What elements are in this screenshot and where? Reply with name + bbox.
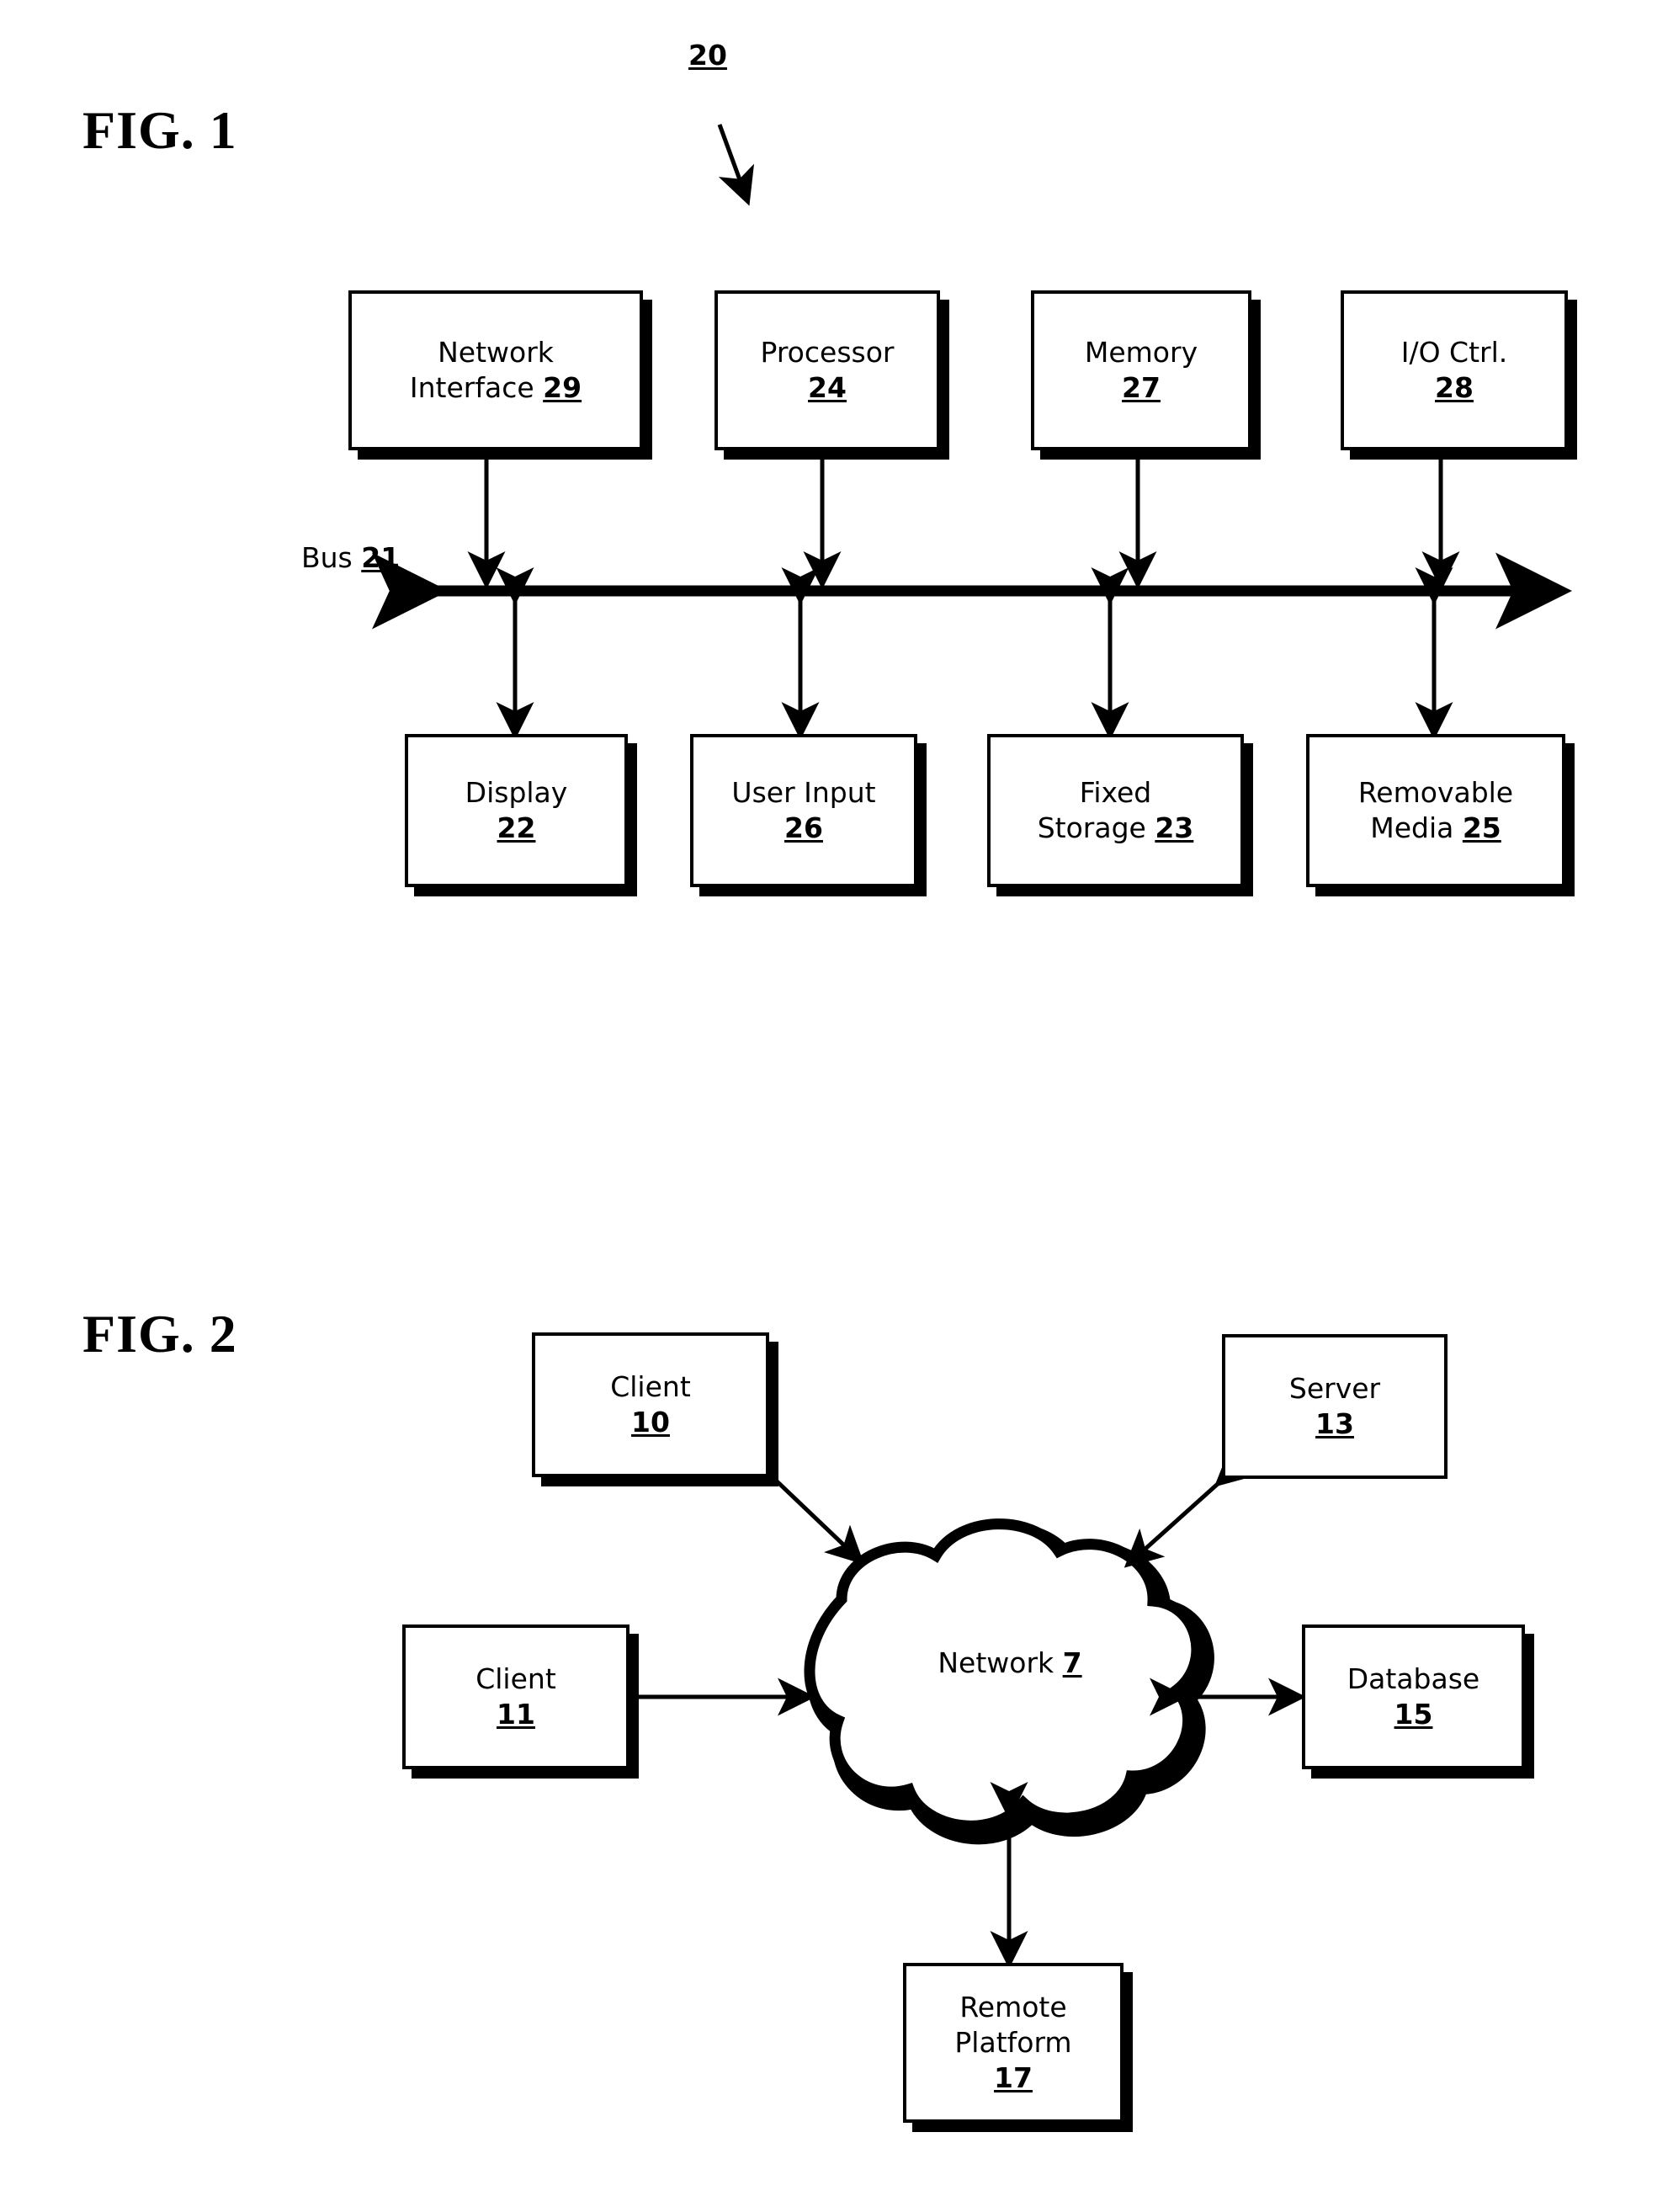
node-server-13-ref: 13 <box>1315 1407 1354 1440</box>
node-network-interface-label: Network <box>438 335 554 369</box>
node-fixed-storage-label2: Storage 23 <box>1037 811 1194 844</box>
node-client-11-label: Client <box>475 1662 556 1695</box>
node-remote-platform-17[interactable]: Remote Platform 17 <box>903 1963 1124 2123</box>
node-remote-platform-17-ref: 17 <box>994 2061 1033 2095</box>
node-client-10-ref: 10 <box>631 1406 670 1438</box>
node-fixed-storage-ref: 23 <box>1155 811 1194 844</box>
node-removable-media-label2: Media 25 <box>1370 811 1501 844</box>
bus-label-text: Bus <box>301 541 353 574</box>
connector-server13-network <box>1124 1447 1256 1568</box>
node-client-11[interactable]: Client 11 <box>402 1624 629 1769</box>
node-memory-ref: 27 <box>1122 371 1161 404</box>
bus-label-ref: 21 <box>361 541 401 574</box>
node-fixed-storage[interactable]: Fixed Storage 23 <box>987 734 1244 887</box>
node-user-input-ref: 26 <box>784 811 823 844</box>
node-server-13[interactable]: Server 13 <box>1222 1334 1448 1479</box>
figure-1-callout-20: 20 <box>688 39 727 72</box>
network-cloud-shadow <box>807 1522 1214 1845</box>
bus-label: Bus 21 <box>301 540 400 577</box>
node-database-15[interactable]: Database 15 <box>1302 1624 1525 1769</box>
figure-2-title: FIG. 2 <box>82 1304 237 1364</box>
node-processor-ref: 24 <box>808 371 847 404</box>
node-client-11-ref: 11 <box>497 1698 535 1731</box>
node-user-input[interactable]: User Input 26 <box>690 734 917 887</box>
node-memory[interactable]: Memory 27 <box>1031 290 1251 450</box>
node-memory-label: Memory <box>1084 335 1198 369</box>
node-display-ref: 22 <box>497 811 536 844</box>
node-network-interface-ref: 29 <box>543 371 582 404</box>
node-server-13-label: Server <box>1288 1371 1381 1405</box>
node-user-input-label: User Input <box>731 775 876 809</box>
node-removable-media-ref: 25 <box>1462 811 1501 844</box>
node-io-ctrl-label: I/O Ctrl. <box>1400 335 1508 369</box>
node-network-interface-label2: Interface 29 <box>409 371 582 404</box>
node-client-10-label: Client <box>610 1369 691 1403</box>
node-client-10[interactable]: Client 10 <box>532 1332 769 1477</box>
node-display[interactable]: Display 22 <box>405 734 628 887</box>
node-io-ctrl-ref: 28 <box>1435 371 1474 404</box>
node-processor[interactable]: Processor 24 <box>714 290 940 450</box>
connector-client10-network <box>736 1441 865 1565</box>
network-cloud-ref: 7 <box>1062 1646 1082 1679</box>
node-removable-media-label: Removable <box>1357 775 1514 809</box>
node-database-15-label: Database <box>1347 1662 1480 1695</box>
node-remote-platform-17-label2: Platform <box>954 2025 1072 2059</box>
node-display-label: Display <box>465 775 568 809</box>
node-database-15-ref: 15 <box>1394 1698 1433 1731</box>
node-removable-media[interactable]: Removable Media 25 <box>1306 734 1565 887</box>
callout-20-leader <box>717 124 755 206</box>
network-cloud-label: Network 7 <box>879 1646 1140 1682</box>
network-cloud-name: Network <box>938 1646 1054 1679</box>
node-processor-label: Processor <box>760 335 895 369</box>
node-remote-platform-17-label: Remote <box>959 1990 1067 2023</box>
figure-1-title: FIG. 1 <box>82 100 237 160</box>
node-fixed-storage-label: Fixed <box>1079 775 1152 809</box>
node-io-ctrl[interactable]: I/O Ctrl. 28 <box>1341 290 1568 450</box>
node-network-interface[interactable]: Network Interface 29 <box>348 290 643 450</box>
